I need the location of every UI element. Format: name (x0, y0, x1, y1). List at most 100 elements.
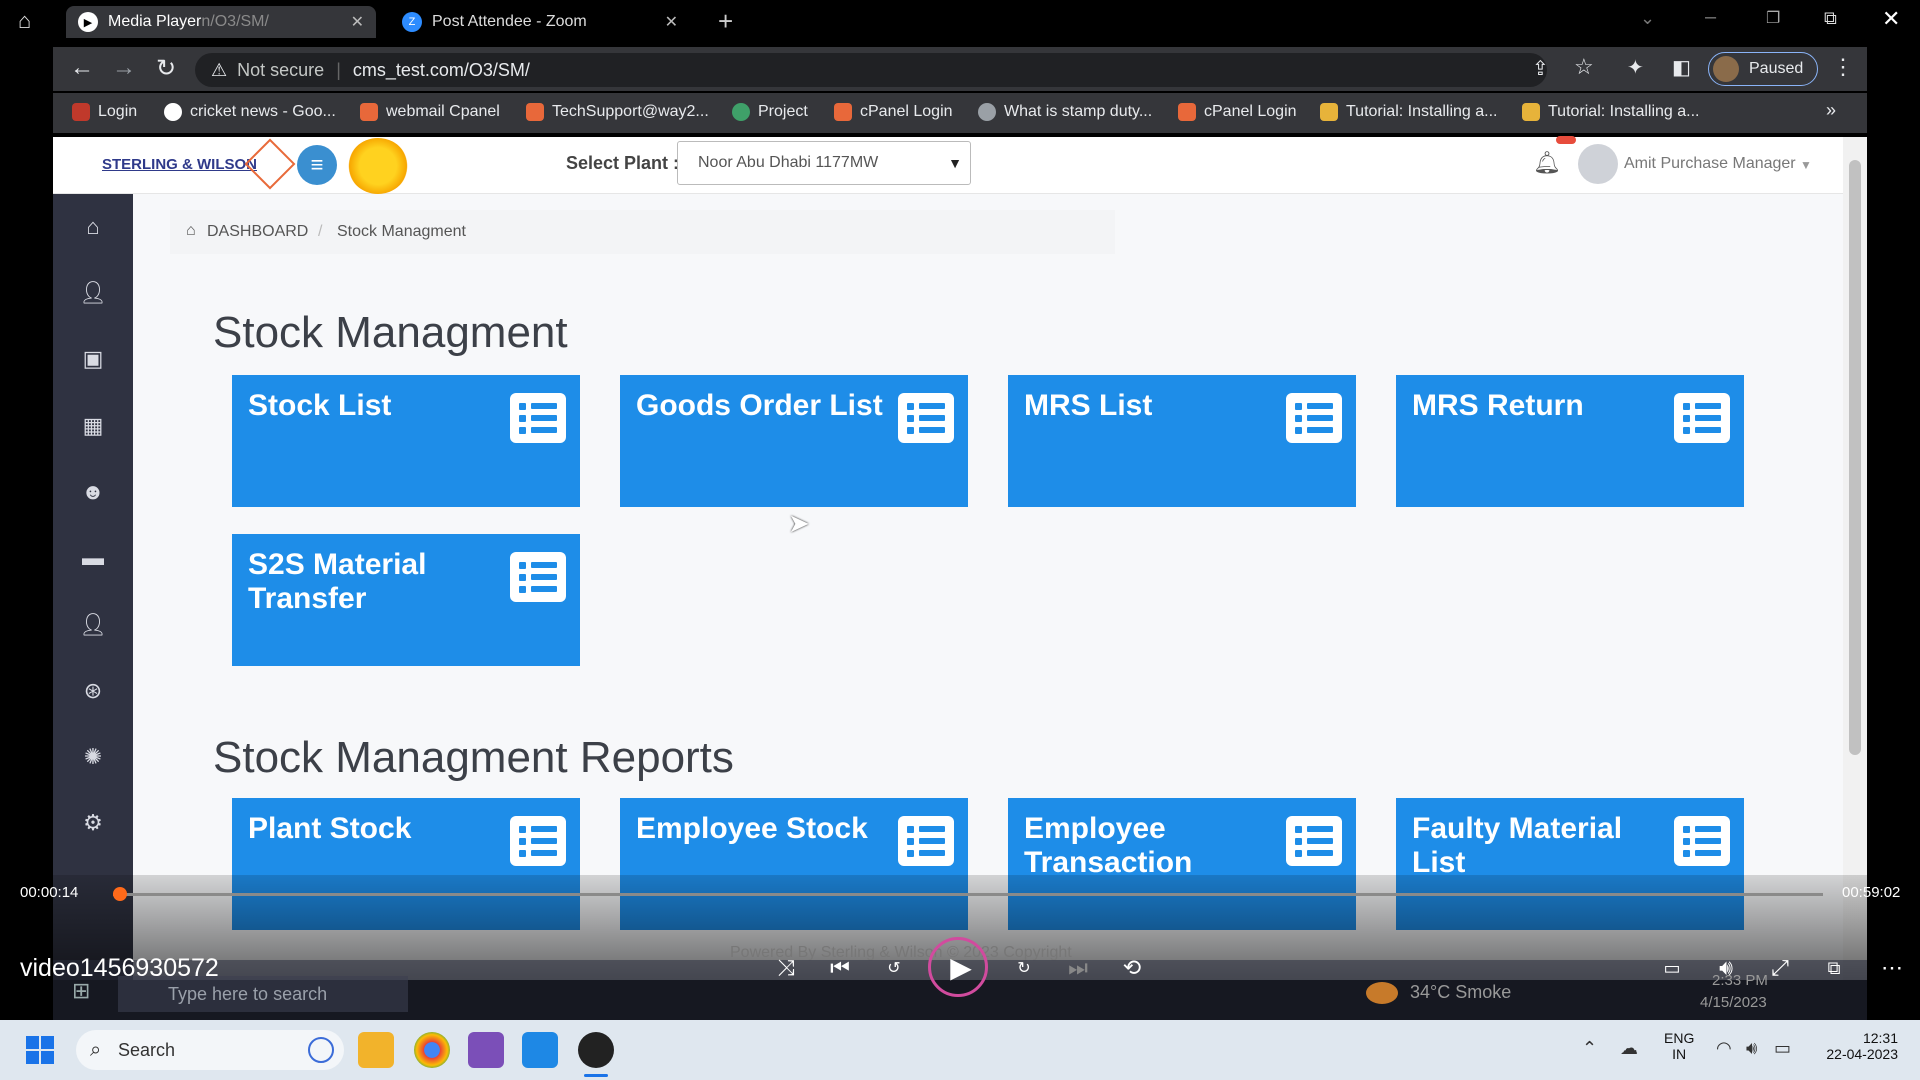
briefcase-icon[interactable]: ▬ (78, 543, 108, 573)
visual-studio-icon[interactable] (468, 1032, 504, 1068)
tile-label: Employee Transaction (1024, 812, 1193, 879)
tile-goods-order-list[interactable]: Goods Order List (620, 375, 968, 507)
menu-toggle-button[interactable]: ≡ (297, 145, 337, 185)
close-icon[interactable]: ✕ (351, 12, 364, 32)
bookmark[interactable]: Project (732, 101, 808, 123)
file-explorer-icon[interactable] (358, 1032, 394, 1068)
forward-30-icon[interactable]: ↻ (1004, 948, 1044, 988)
repeat-icon[interactable]: ⟲ (1112, 948, 1152, 988)
video-title: video1456930572 (20, 954, 219, 982)
tile-mrs-return[interactable]: MRS Return (1396, 375, 1744, 507)
user-avatar[interactable] (1578, 144, 1618, 184)
plant-select[interactable]: Noor Abu Dhabi 1177MW ▼ (677, 141, 971, 185)
vscode-icon[interactable] (522, 1032, 558, 1068)
user-name[interactable]: Amit Purchase Manager (1624, 155, 1796, 173)
users-icon[interactable]: ☻ (78, 477, 108, 507)
language-indicator[interactable]: ENG IN (1664, 1030, 1694, 1062)
wifi-icon[interactable]: ◠ (1716, 1038, 1732, 1059)
captions-icon[interactable]: ▭ (1652, 948, 1692, 988)
breadcrumb-home[interactable]: DASHBOARD (207, 223, 308, 241)
bookmark[interactable]: Tutorial: Installing a... (1320, 101, 1497, 123)
tile-s2s-material-transfer[interactable]: S2S Material Transfer (232, 534, 580, 666)
shuffle-icon[interactable]: ⤨ (766, 948, 806, 988)
bookmark[interactable]: Login (72, 101, 137, 123)
mini-player-icon[interactable]: ⧉ (1814, 948, 1854, 988)
sidebar (53, 194, 133, 980)
taskbar-search-label: Search (118, 1039, 176, 1060)
menu-icon[interactable]: ⋮ (1832, 54, 1854, 80)
clock[interactable]: 12:31 22-04-2023 (1818, 1030, 1898, 1062)
tile-label: Goods Order List (636, 389, 883, 422)
list-icon (1674, 816, 1730, 866)
forward-icon[interactable]: → (112, 54, 136, 82)
onedrive-icon[interactable]: ☁︎ (1620, 1038, 1638, 1059)
star-icon[interactable]: ☆ (1574, 54, 1594, 80)
support-icon[interactable]: ⊛ (78, 676, 108, 706)
tile-stock-list[interactable]: Stock List (232, 375, 580, 507)
chevron-down-icon[interactable]: ⌄ (1640, 8, 1655, 29)
next-icon[interactable]: ⏭ (1058, 948, 1098, 988)
chevron-up-icon[interactable]: ⌃ (1582, 1038, 1597, 1059)
previous-icon[interactable]: ⏮ (820, 948, 860, 988)
package-icon (1320, 103, 1338, 121)
windows-start-icon[interactable] (26, 1036, 54, 1064)
google-icon (164, 103, 182, 121)
battery-icon[interactable]: ▭ (1774, 1038, 1791, 1059)
user-settings-icon[interactable]: 👤︎ (78, 278, 108, 308)
home-icon[interactable]: ⌂ (78, 212, 108, 242)
bookmark[interactable]: cPanel Login (1178, 101, 1297, 123)
list-icon (898, 816, 954, 866)
back-icon[interactable]: ← (70, 54, 94, 82)
more-bookmarks-icon[interactable]: » (1826, 100, 1836, 121)
more-icon[interactable]: ⋯ (1872, 948, 1912, 988)
cogs-icon[interactable]: ⚙︎ (78, 808, 108, 838)
bookmark[interactable]: Tutorial: Installing a... (1522, 101, 1699, 123)
bookmark[interactable]: TechSupport@way2... (526, 101, 709, 123)
bell-icon[interactable]: 🔔︎ (1533, 150, 1561, 176)
boxes-icon[interactable]: ▣ (78, 344, 108, 374)
tile-mrs-list[interactable]: MRS List (1008, 375, 1356, 507)
seek-handle[interactable] (113, 887, 127, 901)
maximize-icon[interactable]: ⧉ (1824, 8, 1837, 29)
breadcrumb-home-icon[interactable]: ⌂ (186, 222, 196, 240)
logo: STERLING & WILSON (102, 156, 257, 173)
volume-tray-icon[interactable]: 🔊︎ (1746, 1038, 1757, 1059)
extensions-icon[interactable]: ✦ (1627, 55, 1644, 80)
close-window-icon[interactable]: ✕ (1882, 6, 1900, 32)
reload-icon[interactable]: ↻ (156, 54, 176, 83)
seek-bar[interactable] (113, 893, 1823, 896)
breadcrumb (170, 210, 1115, 254)
breadcrumb-separator: / (318, 223, 323, 240)
minimize-icon[interactable]: – (1705, 6, 1716, 29)
tab-zoom[interactable]: Z Post Attendee - Zoom ✕ (390, 6, 690, 38)
clock-time: 12:31 (1862, 1030, 1898, 1046)
restore-icon[interactable]: ❐ (1766, 8, 1780, 28)
bookmark[interactable]: cPanel Login (834, 101, 953, 123)
tab-media-player[interactable]: ▶ Media Player n/O3/SM/ ✕ (66, 6, 376, 38)
side-panel-icon[interactable]: ◧ (1672, 55, 1691, 80)
fullscreen-icon[interactable]: ⤢ (1760, 948, 1800, 988)
address-bar[interactable]: ⚠ Not secure | cms_test.com/O3/SM/ (195, 53, 1547, 87)
home-icon[interactable]: ⌂ (18, 8, 31, 34)
chrome-icon[interactable] (414, 1032, 450, 1068)
security-label: Not secure (237, 59, 325, 80)
list-icon (510, 816, 566, 866)
close-icon[interactable]: ✕ (665, 12, 678, 32)
user-lock-icon[interactable]: 👤︎ (78, 610, 108, 640)
scrollbar-thumb[interactable] (1849, 160, 1861, 755)
profile-button[interactable]: Paused (1708, 52, 1818, 86)
new-tab-icon[interactable]: + (718, 6, 733, 37)
volume-icon[interactable]: 🔊︎ (1706, 948, 1746, 988)
bookmark[interactable]: cricket news - Goo... (164, 101, 336, 123)
share-icon[interactable]: ⇪ (1532, 56, 1549, 81)
rewind-10-icon[interactable]: ↺ (874, 948, 914, 988)
media-player-app-icon[interactable] (578, 1032, 614, 1068)
calendar-icon[interactable]: ▦ (78, 411, 108, 441)
active-app-indicator (584, 1074, 608, 1077)
play-button[interactable]: ▶ (928, 937, 988, 997)
bookmark[interactable]: What is stamp duty... (978, 101, 1152, 123)
caret-down-icon[interactable]: ▼ (1800, 158, 1812, 172)
gear-icon[interactable]: ✺ (78, 742, 108, 772)
taskbar-search[interactable]: ⌕ Search (76, 1030, 344, 1070)
bookmark[interactable]: webmail Cpanel (360, 101, 500, 123)
